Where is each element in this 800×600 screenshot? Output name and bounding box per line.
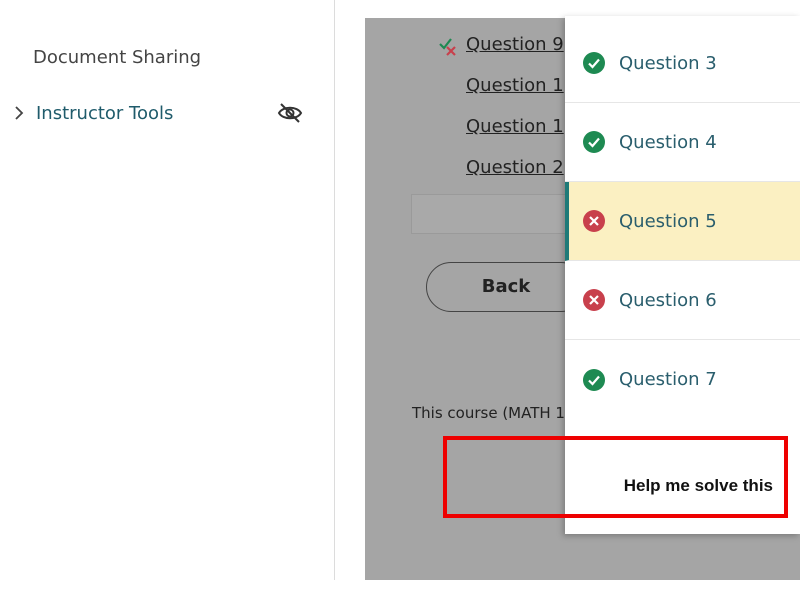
sidebar-item-document-sharing[interactable]: Document Sharing <box>0 37 335 77</box>
dropdown-item-question-3[interactable]: Question 3 <box>565 24 800 103</box>
question-link[interactable]: Question 1 <box>466 75 564 96</box>
back-button[interactable]: Back <box>426 262 586 312</box>
sidebar-item-label: Document Sharing <box>33 46 202 68</box>
question-link[interactable]: Question 1 <box>466 116 564 137</box>
check-circle-icon <box>583 131 605 153</box>
course-info-text: This course (MATH 1 <box>412 404 565 422</box>
sidebar-item-label: Instructor Tools <box>36 102 174 124</box>
left-sidebar: Document Sharing Instructor Tools <box>0 0 335 580</box>
dropdown-item-label: Question 6 <box>619 289 717 311</box>
dropdown-item-question-4[interactable]: Question 4 <box>565 103 800 182</box>
check-circle-icon <box>583 368 605 391</box>
dropdown-item-label: Question 3 <box>619 52 717 74</box>
dropdown-item-label: Question 5 <box>619 210 717 232</box>
help-me-solve-button[interactable]: Help me solve this <box>565 451 800 521</box>
dropdown-item-label: Question 4 <box>619 131 717 153</box>
question-link[interactable]: Question 2 <box>466 157 564 178</box>
eye-off-icon[interactable] <box>277 102 303 124</box>
check-circle-icon <box>583 52 605 74</box>
dropdown-item-label: Question 7 <box>619 369 717 390</box>
partial-credit-icon <box>439 38 456 56</box>
dropdown-item-question-6[interactable]: Question 6 <box>565 261 800 340</box>
x-circle-icon <box>583 289 605 311</box>
question-dropdown-panel: Question 3 Question 4 Question 5 Questio… <box>565 16 800 534</box>
dropdown-item-question-5[interactable]: Question 5 <box>565 182 800 261</box>
dimmed-input-box <box>411 194 571 234</box>
sidebar-item-instructor-tools[interactable]: Instructor Tools <box>0 93 335 133</box>
question-link[interactable]: Question 9 <box>466 34 564 55</box>
chevron-right-icon <box>15 106 24 120</box>
dropdown-item-question-7[interactable]: Question 7 <box>565 340 800 419</box>
x-circle-icon <box>583 210 605 232</box>
